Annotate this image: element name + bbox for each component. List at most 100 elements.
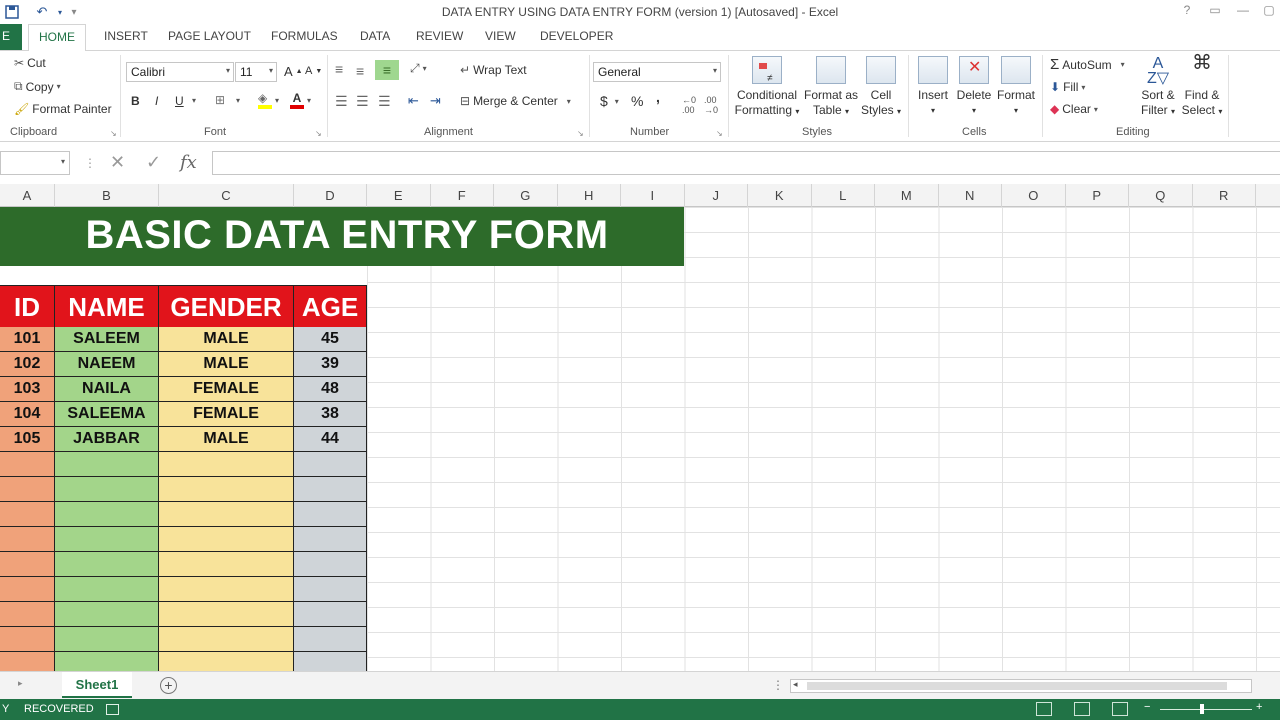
page-layout-view-icon[interactable]: [1074, 702, 1090, 716]
cell-gender[interactable]: MALE: [159, 352, 294, 377]
merge-center-button[interactable]: ⊟ Merge & Center ▾: [460, 94, 571, 108]
cell-name[interactable]: [55, 527, 159, 552]
font-launcher-icon[interactable]: ↘: [315, 129, 322, 138]
align-bottom-icon[interactable]: ≡: [375, 60, 399, 80]
cell-id[interactable]: [0, 577, 55, 602]
column-header[interactable]: L: [812, 184, 875, 207]
cell-name[interactable]: [55, 652, 159, 671]
cell-age[interactable]: [294, 452, 367, 477]
form-title-banner[interactable]: BASIC DATA ENTRY FORM: [0, 207, 684, 266]
cell-id[interactable]: 101: [0, 327, 55, 352]
cell-age[interactable]: [294, 602, 367, 627]
cell-gender[interactable]: [159, 552, 294, 577]
normal-view-icon[interactable]: [1036, 702, 1052, 716]
clear-button[interactable]: ◆ Clear ▾: [1050, 102, 1098, 116]
cell-gender[interactable]: [159, 602, 294, 627]
cell-name[interactable]: [55, 552, 159, 577]
macro-record-icon[interactable]: [106, 704, 119, 715]
cell-gender[interactable]: [159, 477, 294, 502]
cell-gender[interactable]: FEMALE: [159, 402, 294, 427]
scroll-tabs-icon[interactable]: ▸: [18, 678, 23, 689]
tab-developer[interactable]: DEVELOPER: [540, 29, 613, 43]
format-as-table-button[interactable]: Format as Table ▾: [802, 56, 860, 119]
cell-id[interactable]: [0, 552, 55, 577]
new-sheet-button[interactable]: +: [160, 677, 177, 694]
percent-button[interactable]: %: [631, 93, 643, 109]
increase-indent-icon[interactable]: ⇥: [430, 93, 441, 109]
column-header[interactable]: N: [939, 184, 1002, 207]
page-break-view-icon[interactable]: [1112, 702, 1128, 716]
cell-gender[interactable]: [159, 577, 294, 602]
conditional-formatting-button[interactable]: ≠ Conditional Formatting ▾: [734, 56, 800, 119]
align-left-icon[interactable]: ☰: [335, 93, 348, 110]
cell-id[interactable]: 105: [0, 427, 55, 452]
column-header[interactable]: Q: [1129, 184, 1193, 207]
copy-button[interactable]: ⧉ Copy ▾: [14, 79, 61, 94]
borders-icon[interactable]: ⊞: [215, 93, 225, 107]
cell-id[interactable]: 103: [0, 377, 55, 402]
tab-file[interactable]: E: [0, 24, 22, 50]
align-top-icon[interactable]: ≡: [335, 61, 343, 77]
bold-button[interactable]: B: [131, 94, 140, 108]
align-middle-icon[interactable]: ≡: [356, 63, 364, 79]
name-box[interactable]: ▾: [0, 151, 70, 175]
minimize-button[interactable]: —: [1232, 3, 1254, 21]
column-header[interactable]: G: [494, 184, 558, 207]
tab-formulas[interactable]: FORMULAS: [271, 29, 338, 43]
font-color-button[interactable]: A ▾: [290, 91, 311, 109]
scrollbar-thumb[interactable]: [807, 682, 1227, 690]
column-header[interactable]: O: [1002, 184, 1066, 207]
font-size-select[interactable]: 11 ▾: [235, 62, 277, 82]
decrease-indent-icon[interactable]: ⇤: [408, 93, 419, 109]
cell-gender[interactable]: MALE: [159, 427, 294, 452]
fill-color-button[interactable]: ◈ ▾: [258, 91, 279, 109]
zoom-out-icon[interactable]: −: [1144, 701, 1150, 713]
align-center-icon[interactable]: ☰: [356, 93, 369, 110]
cell-age[interactable]: [294, 477, 367, 502]
cell-age[interactable]: [294, 577, 367, 602]
cell-age[interactable]: 38: [294, 402, 367, 427]
tab-home[interactable]: HOME: [28, 24, 86, 51]
insert-function-icon[interactable]: fx: [180, 152, 197, 173]
column-header[interactable]: C: [159, 184, 294, 207]
zoom-slider[interactable]: [1160, 709, 1252, 710]
currency-button[interactable]: $ ▾: [600, 93, 619, 109]
maximize-button[interactable]: ▢: [1258, 3, 1280, 21]
column-header[interactable]: A: [0, 184, 55, 207]
insert-cells-button[interactable]: Insert ▾: [914, 56, 952, 118]
column-header[interactable]: H: [558, 184, 621, 207]
tab-page-layout[interactable]: PAGE LAYOUT: [168, 29, 251, 43]
cell-id[interactable]: [0, 477, 55, 502]
cell-gender[interactable]: [159, 502, 294, 527]
number-launcher-icon[interactable]: ↘: [716, 129, 723, 138]
cell-age[interactable]: [294, 652, 367, 671]
cell-age[interactable]: 44: [294, 427, 367, 452]
cell-id[interactable]: [0, 602, 55, 627]
cell-gender[interactable]: [159, 452, 294, 477]
column-header[interactable]: M: [875, 184, 939, 207]
cell-age[interactable]: 48: [294, 377, 367, 402]
decrease-font-icon[interactable]: A ▼: [305, 65, 322, 77]
cell-gender[interactable]: [159, 627, 294, 652]
underline-dropdown-icon[interactable]: ▾: [192, 96, 196, 105]
tab-view[interactable]: VIEW: [485, 29, 516, 43]
worksheet-grid[interactable]: BASIC DATA ENTRY FORM ID NAME GENDER AGE…: [0, 207, 1280, 671]
zoom-slider-thumb[interactable]: [1200, 704, 1204, 714]
cell-id[interactable]: [0, 527, 55, 552]
decrease-decimal-icon[interactable]: .00 →0: [704, 95, 718, 115]
fill-button[interactable]: ⬇ Fill ▾: [1050, 80, 1085, 94]
column-header[interactable]: K: [748, 184, 812, 207]
cell-name[interactable]: [55, 577, 159, 602]
cell-id[interactable]: 102: [0, 352, 55, 377]
cell-gender[interactable]: [159, 652, 294, 671]
increase-font-icon[interactable]: A ▲: [284, 64, 303, 79]
tab-review[interactable]: REVIEW: [416, 29, 463, 43]
cell-age[interactable]: 45: [294, 327, 367, 352]
column-header[interactable]: E: [367, 184, 431, 207]
tab-splitter-icon[interactable]: ⋮: [772, 678, 784, 692]
tab-insert[interactable]: INSERT: [104, 29, 148, 43]
cell-name[interactable]: NAEEM: [55, 352, 159, 377]
cell-age[interactable]: [294, 627, 367, 652]
number-format-select[interactable]: General ▾: [593, 62, 721, 82]
cell-age[interactable]: [294, 552, 367, 577]
